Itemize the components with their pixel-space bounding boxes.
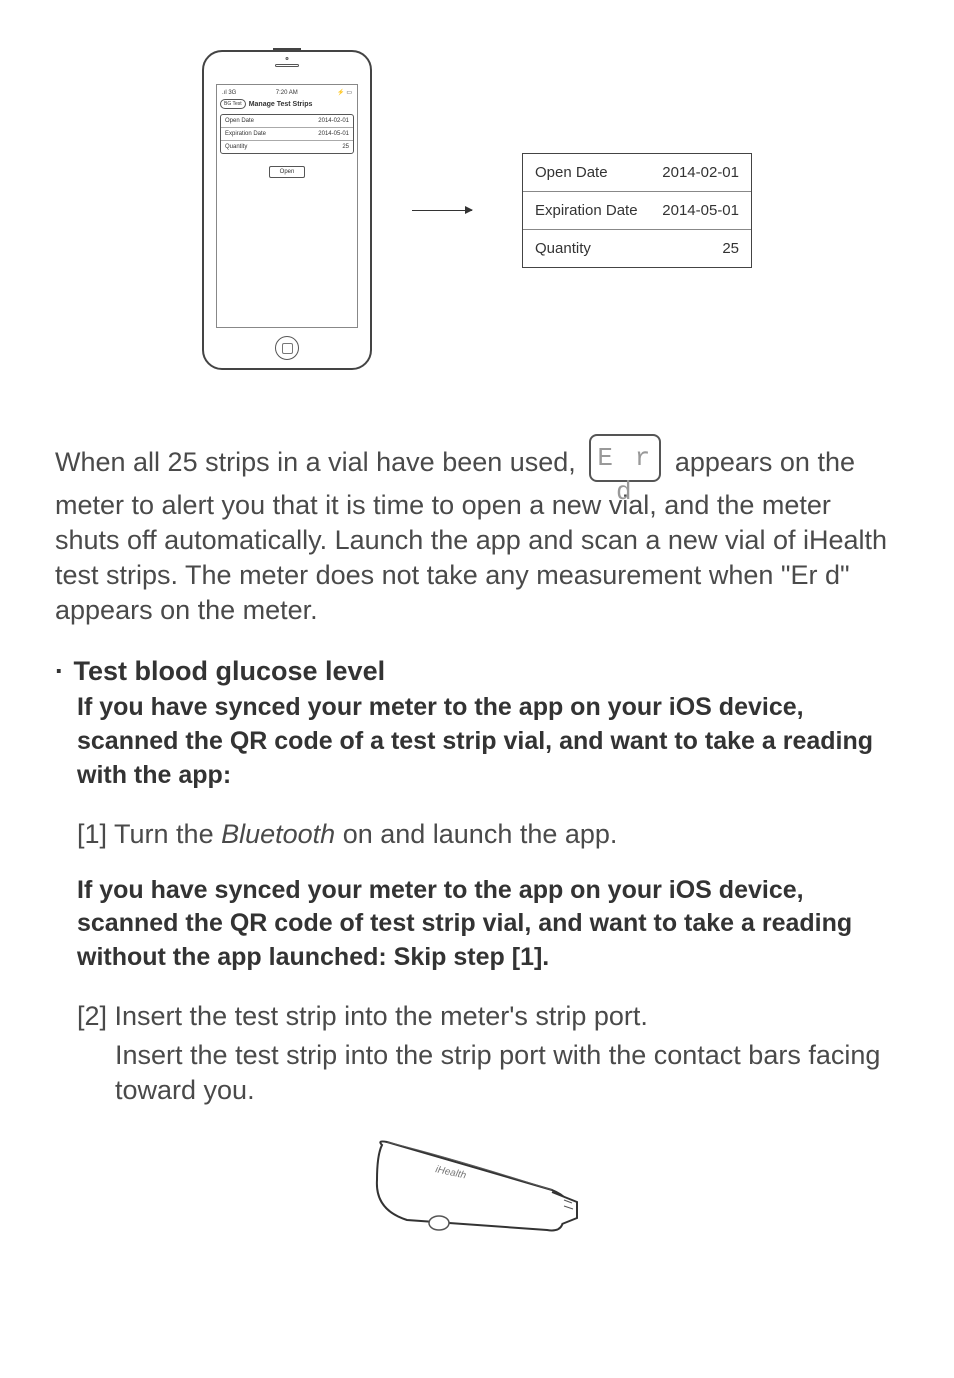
step-2-line-1: [2] Insert the test strip into the meter… — [55, 999, 899, 1034]
strip-info-card-small: Open Date 2014-02-01 Expiration Date 201… — [220, 114, 354, 154]
label: Open Date — [535, 164, 608, 181]
section-heading: · Test blood glucose level — [55, 656, 899, 687]
row-expiration-date-small: Expiration Date 2014-05-01 — [221, 128, 353, 141]
status-time: 7:20 AM — [276, 90, 298, 96]
value: 2014-05-01 — [318, 131, 349, 137]
step1-a: [1] Turn the — [77, 819, 221, 849]
value: 2014-05-01 — [662, 202, 739, 219]
row-expiration-date-large: Expiration Date 2014-05-01 — [523, 192, 751, 230]
screen-header: BG Test Manage Test Strips — [220, 99, 354, 109]
step-1: [1] Turn the Bluetooth on and launch the… — [55, 817, 899, 852]
label: Quantity — [535, 240, 591, 257]
row-quantity-large: Quantity 25 — [523, 230, 751, 267]
label: Expiration Date — [225, 131, 266, 137]
row-quantity-small: Quantity 25 — [221, 141, 353, 153]
condition-paragraph-1: If you have synced your meter to the app… — [55, 691, 899, 792]
home-button-icon[interactable] — [275, 336, 299, 360]
status-bar: .ıl 3G 7:20 AM ⚡ ▭ — [220, 88, 354, 99]
phone-camera-icon — [286, 57, 289, 60]
illustration-section: .ıl 3G 7:20 AM ⚡ ▭ BG Test Manage Test S… — [55, 50, 899, 370]
row-open-date-small: Open Date 2014-02-01 — [221, 115, 353, 128]
open-button[interactable]: Open — [269, 166, 306, 178]
lcd-display-icon: E r d — [589, 434, 661, 482]
back-button[interactable]: BG Test — [220, 99, 246, 109]
phone-mockup: .ıl 3G 7:20 AM ⚡ ▭ BG Test Manage Test S… — [202, 50, 372, 370]
arrow-icon — [412, 210, 482, 211]
step1-italic: Bluetooth — [221, 819, 335, 849]
phone-notch — [273, 48, 301, 52]
step-2-line-2: Insert the test strip into the strip por… — [55, 1038, 899, 1108]
status-battery-icon: ⚡ ▭ — [337, 89, 352, 96]
status-signal: .ıl 3G — [222, 90, 236, 96]
step1-b: on and launch the app. — [335, 819, 617, 849]
condition-paragraph-2: If you have synced your meter to the app… — [55, 874, 899, 975]
heading-text: Test blood glucose level — [74, 656, 386, 686]
label: Expiration Date — [535, 202, 638, 219]
bullet-icon: · — [55, 656, 64, 687]
meter-illustration: iHealth — [55, 1130, 899, 1250]
value: 2014-02-01 — [662, 164, 739, 181]
phone-screen: .ıl 3G 7:20 AM ⚡ ▭ BG Test Manage Test S… — [216, 84, 358, 328]
strip-info-card-large: Open Date 2014-02-01 Expiration Date 201… — [522, 153, 752, 268]
phone-speaker-icon — [275, 64, 299, 67]
value: 25 — [342, 144, 349, 150]
value: 25 — [722, 240, 739, 257]
screen-title: Manage Test Strips — [249, 101, 313, 108]
para1-part-a: When all 25 strips in a vial have been u… — [55, 447, 576, 477]
row-open-date-large: Open Date 2014-02-01 — [523, 154, 751, 192]
label: Open Date — [225, 118, 254, 124]
value: 2014-02-01 — [318, 118, 349, 124]
meter-device-icon: iHealth — [367, 1130, 587, 1250]
intro-paragraph: When all 25 strips in a vial have been u… — [55, 440, 899, 628]
label: Quantity — [225, 144, 247, 150]
